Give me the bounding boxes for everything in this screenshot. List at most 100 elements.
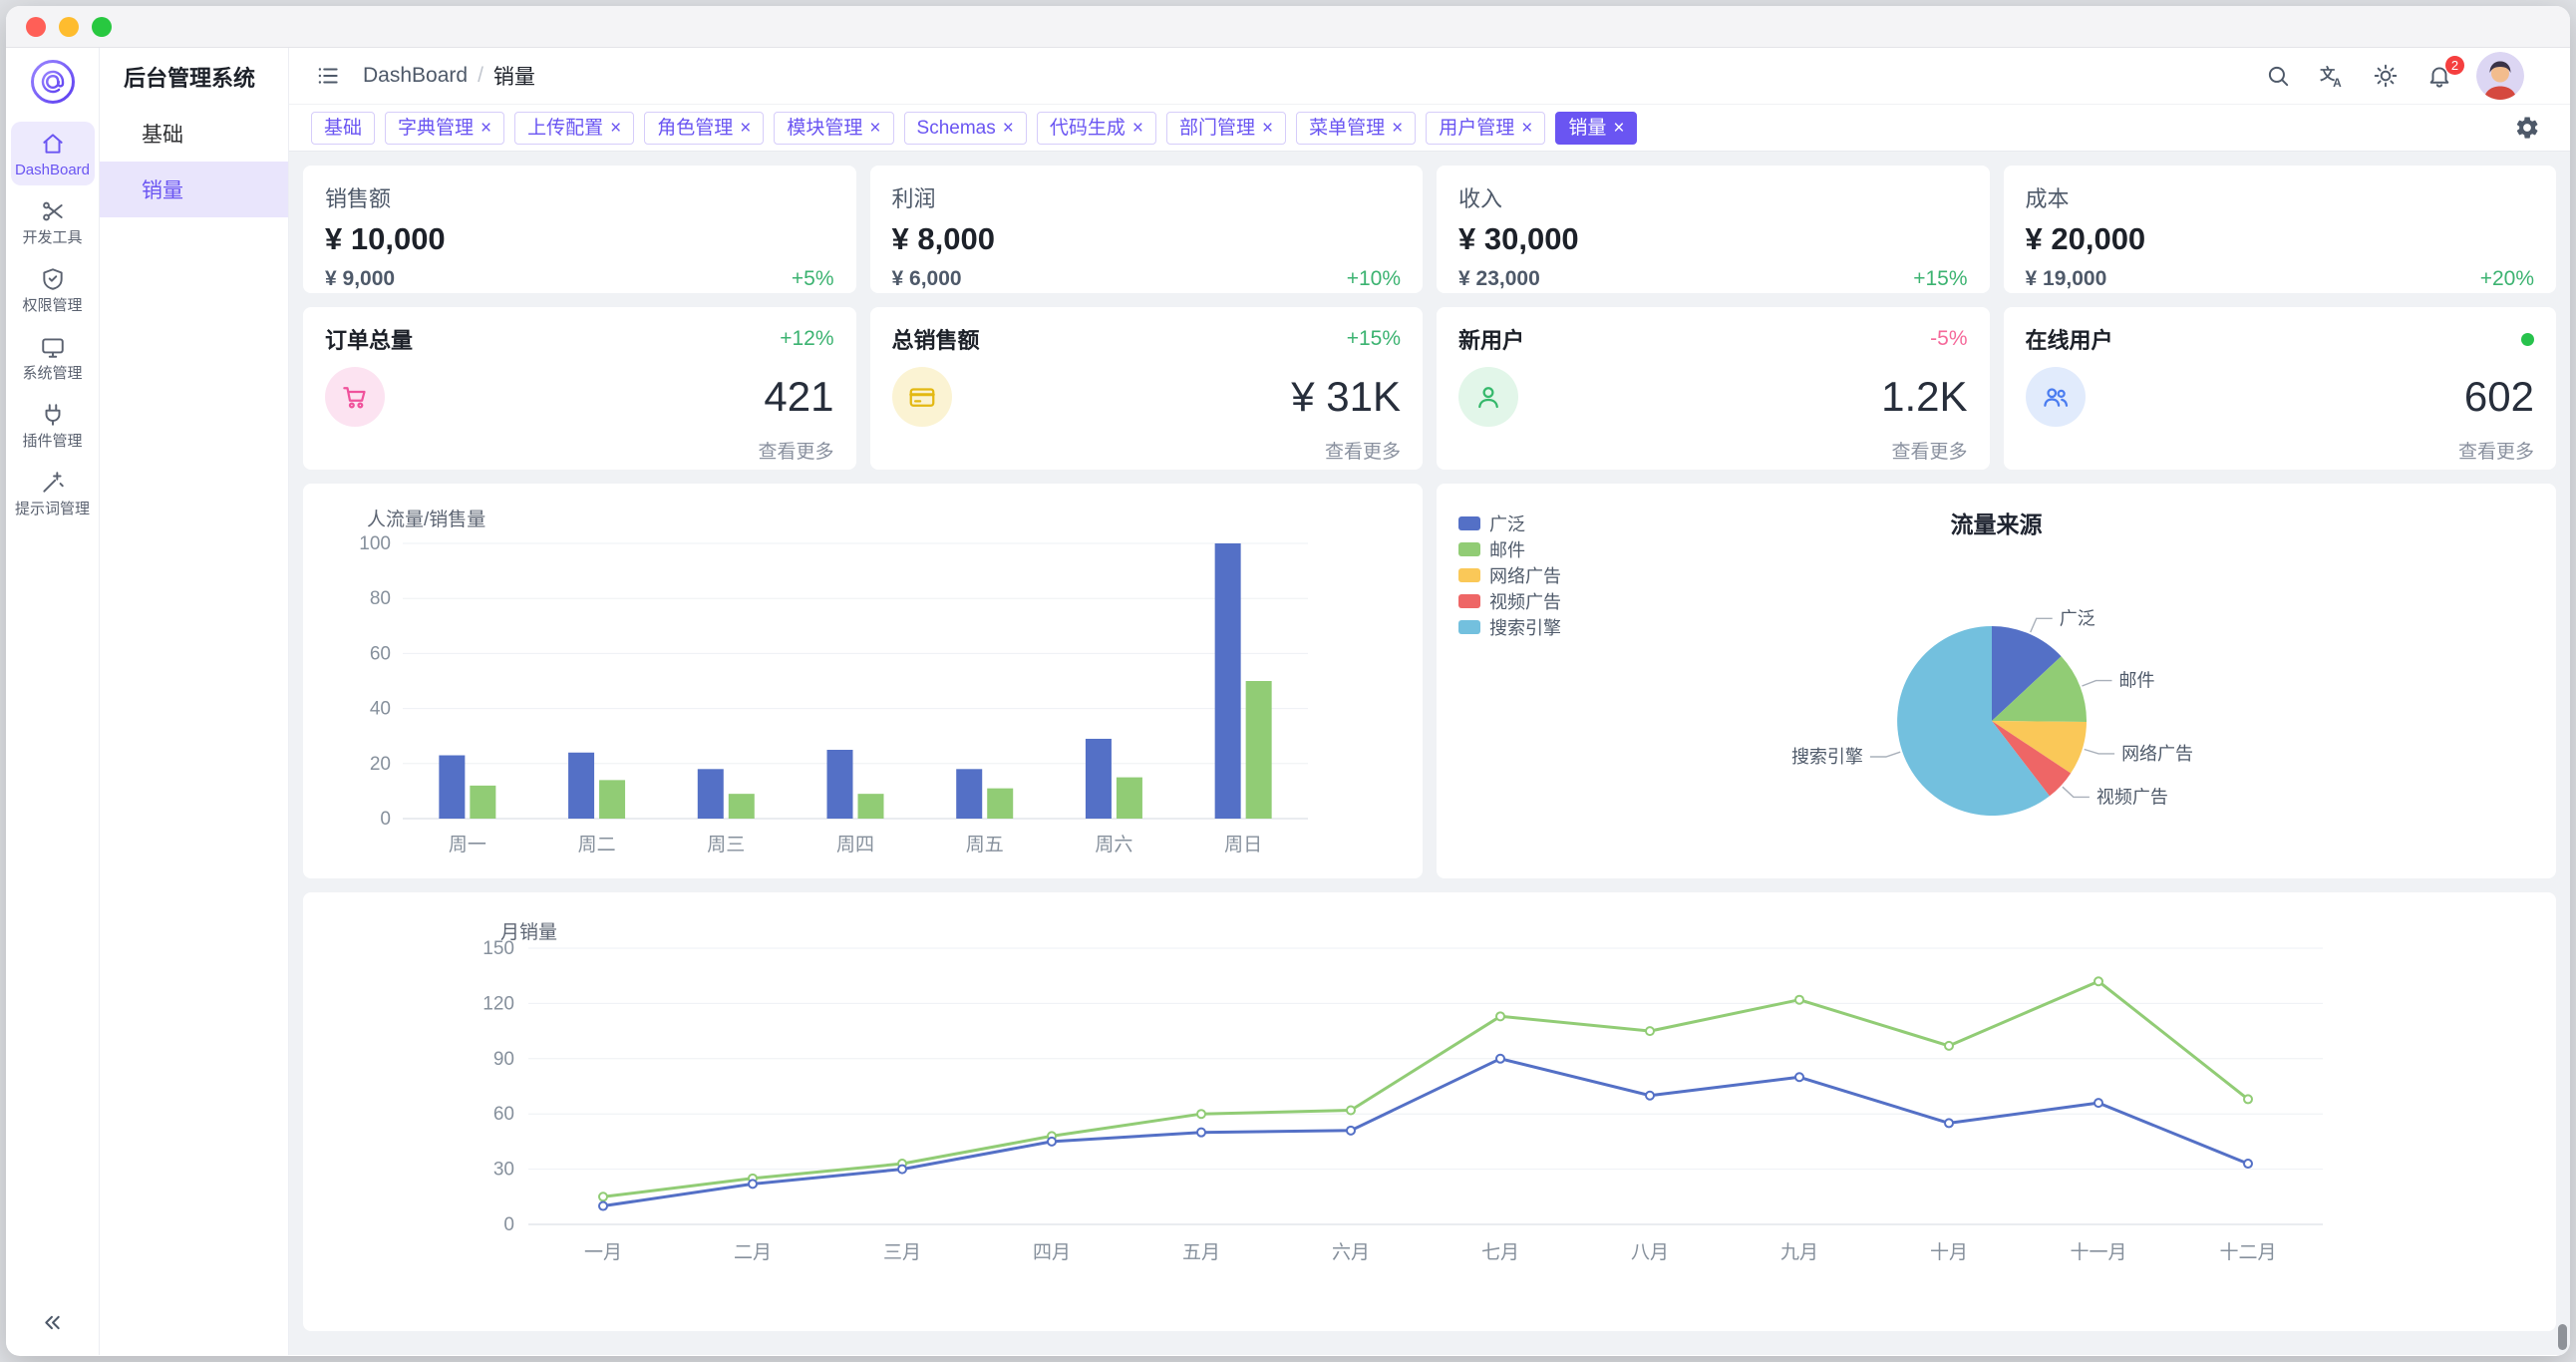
view-more-link[interactable]: 查看更多 bbox=[2026, 437, 2535, 464]
tag-close-icon[interactable]: × bbox=[1003, 119, 1014, 138]
tag-label: 上传配置 bbox=[527, 119, 603, 138]
submenu-item-basic[interactable]: 基础 bbox=[100, 106, 288, 162]
tag-close-icon[interactable]: × bbox=[740, 119, 751, 138]
kpi-title: 在线用户 bbox=[2026, 323, 2113, 355]
legend-item[interactable]: 搜索引擎 bbox=[1458, 617, 1561, 637]
kpi-delta: -5% bbox=[1930, 327, 1967, 351]
svg-text:二月: 二月 bbox=[734, 1242, 772, 1263]
rail-item-plugin[interactable]: 插件管理 bbox=[11, 393, 95, 457]
view-more-link[interactable]: 查看更多 bbox=[1458, 437, 1968, 464]
tag-close-icon[interactable]: × bbox=[1521, 119, 1532, 138]
tag-8[interactable]: 菜单管理× bbox=[1296, 112, 1416, 145]
sun-icon bbox=[2373, 63, 2399, 89]
tag-label: 模块管理 bbox=[787, 119, 862, 138]
svg-text:网络广告: 网络广告 bbox=[2121, 744, 2193, 764]
kpi-value: 602 bbox=[2464, 373, 2534, 421]
breadcrumb: DashBoard / 销量 bbox=[363, 61, 535, 91]
legend-swatch bbox=[1458, 620, 1480, 634]
svg-text:周三: 周三 bbox=[707, 835, 745, 855]
svg-text:周日: 周日 bbox=[1224, 835, 1262, 855]
tag-close-icon[interactable]: × bbox=[1392, 119, 1403, 138]
collapse-sidebar-button[interactable] bbox=[39, 1309, 66, 1339]
rail-item-dashboard[interactable]: DashBoard bbox=[11, 122, 95, 185]
stat-previous-value: ¥ 19,000 bbox=[2026, 267, 2107, 291]
stat-title: 利润 bbox=[892, 181, 1402, 213]
legend-item[interactable]: 视频广告 bbox=[1458, 591, 1561, 611]
rail-item-permission[interactable]: 权限管理 bbox=[11, 257, 95, 321]
window-close-button[interactable] bbox=[26, 17, 46, 37]
topbar: DashBoard / 销量 文A 2 bbox=[289, 48, 2570, 105]
search-icon bbox=[2265, 63, 2291, 89]
shield-icon bbox=[40, 266, 66, 292]
svg-text:十一月: 十一月 bbox=[2070, 1241, 2126, 1263]
legend-item[interactable]: 广泛 bbox=[1458, 513, 1561, 533]
secondary-sidebar: 后台管理系统 基础销量 bbox=[100, 48, 289, 1355]
bank-card-icon bbox=[892, 367, 952, 427]
tag-close-icon[interactable]: × bbox=[610, 119, 621, 138]
rail-item-prompt[interactable]: 提示词管理 bbox=[11, 461, 95, 524]
layout-settings-button[interactable] bbox=[2510, 111, 2544, 145]
rail-item-system[interactable]: 系统管理 bbox=[11, 325, 95, 389]
theme-toggle-button[interactable] bbox=[2369, 59, 2403, 93]
team-icon bbox=[2026, 367, 2086, 427]
window-zoom-button[interactable] bbox=[92, 17, 112, 37]
tag-close-icon[interactable]: × bbox=[1132, 119, 1143, 138]
view-more-link[interactable]: 查看更多 bbox=[325, 437, 834, 464]
svg-text:120: 120 bbox=[483, 993, 514, 1014]
svg-text:七月: 七月 bbox=[1481, 1241, 1519, 1263]
search-button[interactable] bbox=[2261, 59, 2295, 93]
breadcrumb-current: 销量 bbox=[493, 61, 535, 91]
tag-10[interactable]: 销量× bbox=[1555, 112, 1637, 145]
tag-close-icon[interactable]: × bbox=[1262, 119, 1273, 138]
tag-close-icon[interactable]: × bbox=[481, 119, 491, 138]
tag-close-icon[interactable]: × bbox=[1613, 119, 1624, 138]
svg-text:60: 60 bbox=[370, 643, 391, 664]
gear-icon bbox=[2514, 115, 2540, 141]
tag-7[interactable]: 部门管理× bbox=[1166, 112, 1286, 145]
tag-6[interactable]: 代码生成× bbox=[1037, 112, 1156, 145]
svg-text:30: 30 bbox=[493, 1160, 514, 1181]
tag-3[interactable]: 角色管理× bbox=[644, 112, 764, 145]
stat-previous-value: ¥ 23,000 bbox=[1458, 267, 1540, 291]
user-avatar[interactable] bbox=[2476, 52, 2524, 100]
menu-toggle-button[interactable] bbox=[311, 59, 345, 93]
rail-item-dev-tools[interactable]: 开发工具 bbox=[11, 189, 95, 253]
tag-close-icon[interactable]: × bbox=[869, 119, 880, 138]
app-logo[interactable] bbox=[29, 58, 77, 106]
breadcrumb-dashboard[interactable]: DashBoard bbox=[363, 64, 468, 88]
home-icon bbox=[40, 131, 66, 157]
svg-text:周一: 周一 bbox=[449, 835, 486, 855]
window-minimize-button[interactable] bbox=[59, 17, 79, 37]
svg-text:人流量/销售量: 人流量/销售量 bbox=[367, 509, 485, 530]
svg-text:0: 0 bbox=[503, 1214, 514, 1235]
stat-value: ¥ 8,000 bbox=[892, 221, 1402, 257]
tag-0[interactable]: 基础 bbox=[311, 112, 375, 145]
legend-item[interactable]: 邮件 bbox=[1458, 539, 1561, 559]
bar-chart: 020406080100周一周二周三周四周五周六周日人流量/销售量 bbox=[303, 484, 1423, 878]
stat-value: ¥ 10,000 bbox=[325, 221, 834, 257]
svg-text:三月: 三月 bbox=[883, 1242, 921, 1263]
pie-chart: 广泛邮件网络广告视频广告搜索引擎 bbox=[1437, 484, 2556, 878]
icon-sidebar: DashBoard开发工具权限管理系统管理插件管理提示词管理 bbox=[6, 48, 100, 1355]
svg-text:邮件: 邮件 bbox=[2118, 671, 2154, 691]
tag-2[interactable]: 上传配置 × bbox=[514, 112, 634, 145]
view-more-link[interactable]: 查看更多 bbox=[892, 437, 1402, 464]
svg-text:60: 60 bbox=[493, 1104, 514, 1125]
submenu-item-sales[interactable]: 销量 bbox=[100, 162, 288, 217]
legend-label: 邮件 bbox=[1489, 536, 1525, 562]
tools-icon bbox=[40, 198, 66, 224]
tag-4[interactable]: 模块管理 × bbox=[774, 112, 893, 145]
stat-previous-value: ¥ 9,000 bbox=[325, 267, 395, 291]
scrollbar-thumb[interactable] bbox=[2558, 1324, 2567, 1350]
kpi-value: ¥ 31K bbox=[1291, 373, 1401, 421]
svg-text:90: 90 bbox=[493, 1049, 514, 1070]
notifications-button[interactable]: 2 bbox=[2422, 59, 2456, 93]
stat-previous-value: ¥ 6,000 bbox=[892, 267, 962, 291]
tag-1[interactable]: 字典管理× bbox=[385, 112, 504, 145]
tag-9[interactable]: 用户管理× bbox=[1426, 112, 1545, 145]
stat-delta: +10% bbox=[1347, 267, 1401, 291]
submenu-item-label: 销量 bbox=[142, 174, 183, 204]
translate-button[interactable]: 文A bbox=[2315, 59, 2349, 93]
legend-item[interactable]: 网络广告 bbox=[1458, 565, 1561, 585]
tag-5[interactable]: Schemas× bbox=[904, 112, 1027, 145]
